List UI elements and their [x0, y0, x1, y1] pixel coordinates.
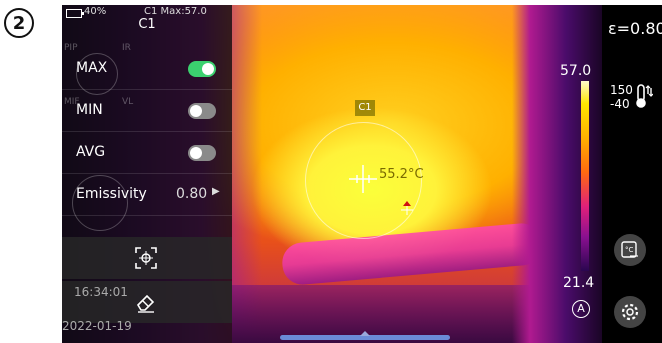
- battery-level: 40%: [84, 6, 107, 17]
- measure-settings-menu: PIP IR MIF VL C1 MAX MIN AVG Emissivity …: [62, 5, 232, 343]
- min-toggle[interactable]: [188, 103, 216, 119]
- add-measure-area-button[interactable]: [62, 237, 232, 279]
- gear-icon: [621, 303, 639, 321]
- eraser-icon: [136, 294, 155, 313]
- crosshair-icon: [349, 165, 377, 193]
- menu-row-avg[interactable]: AVG: [62, 131, 232, 174]
- menu-row-label: AVG: [76, 144, 106, 160]
- clock-date: 2022-01-19: [62, 319, 132, 333]
- emissivity-display[interactable]: ε=0.80: [608, 19, 662, 38]
- settings-button[interactable]: [614, 296, 646, 328]
- emissivity-value: 0.80: [176, 186, 208, 202]
- color-scale-bar: [581, 81, 589, 271]
- measure-info-text: C1 Max:57.0: [144, 6, 207, 17]
- measure-tag: C1: [355, 100, 375, 116]
- min-point-marker-icon: [401, 201, 413, 215]
- range-high: 150: [610, 83, 633, 97]
- max-temperature-readout: 55.2°C: [379, 167, 424, 182]
- thermometer-settings-icon: °C: [621, 241, 638, 258]
- camera-screen: C1 55.2°C PIP IR MIF VL C1 MAX MIN AVG E…: [62, 5, 662, 343]
- scale-min-value: 21.4: [563, 275, 595, 291]
- menu-title: C1: [138, 17, 156, 32]
- range-low: -40: [610, 97, 630, 111]
- clock-time: 16:34:01: [74, 285, 128, 299]
- battery-icon: [66, 9, 84, 18]
- max-toggle[interactable]: [188, 61, 216, 77]
- chevron-right-icon: ▶: [212, 186, 220, 197]
- menu-row-max[interactable]: MAX: [62, 47, 232, 90]
- handle-arrow-icon: [360, 331, 370, 336]
- menu-row-label: MIN: [76, 102, 103, 118]
- scale-max-value: 57.0: [560, 63, 592, 79]
- thermometer-range-icon[interactable]: [635, 83, 653, 109]
- menu-row-label: MAX: [76, 60, 108, 76]
- menu-row-emissivity[interactable]: Emissivity 0.80 ▶: [62, 173, 232, 216]
- temperature-unit-button[interactable]: °C: [614, 234, 646, 266]
- svg-text:°C: °C: [625, 246, 634, 254]
- focus-target-icon: [135, 247, 157, 269]
- auto-range-icon[interactable]: A: [572, 300, 590, 318]
- menu-row-label: Emissivity: [76, 186, 147, 202]
- menu-row-min[interactable]: MIN: [62, 89, 232, 132]
- step-number-badge: 2: [4, 8, 34, 38]
- thermal-band: [280, 221, 544, 287]
- avg-toggle[interactable]: [188, 145, 216, 161]
